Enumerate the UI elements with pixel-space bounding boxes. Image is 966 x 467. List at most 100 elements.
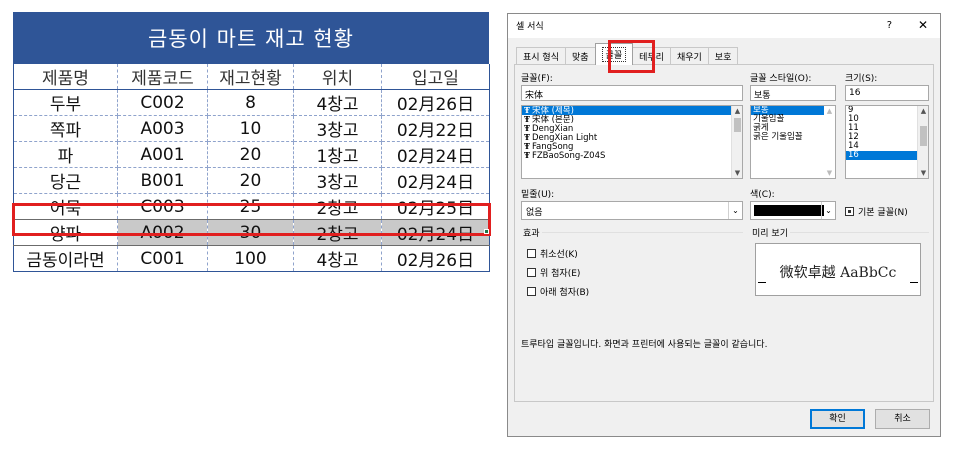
cell-date[interactable]: 02月24日 <box>381 219 490 246</box>
strikethrough-checkbox[interactable]: 취소선(K) <box>527 247 578 260</box>
table-row: 파 A001 20 1창고 02月24日 <box>13 141 490 168</box>
subscript-checkbox[interactable]: 아래 첨자(B) <box>527 285 589 298</box>
effect-label: 위 첨자(E) <box>540 269 581 279</box>
cell-location[interactable]: 4창고 <box>293 245 382 272</box>
size-list[interactable]: 9 10 11 12 14 16 ▲ ▼ <box>845 105 929 179</box>
tab-protection[interactable]: 보호 <box>707 47 739 65</box>
cell-product[interactable]: 파 <box>13 141 118 168</box>
table-row: 어묵 C003 25 2창고 02月25日 <box>13 193 490 220</box>
cancel-button[interactable]: 취소 <box>875 409 930 429</box>
table-row: 쪽파 A003 10 3창고 02月22日 <box>13 115 490 142</box>
scroll-down-icon[interactable]: ▼ <box>732 168 742 178</box>
list-item[interactable]: Ŧ DengXian Light <box>522 133 742 143</box>
font-input[interactable]: 宋体 <box>521 85 743 101</box>
tab-number[interactable]: 표시 형식 <box>516 47 566 65</box>
size-list-scrollbar[interactable]: ▲ ▼ <box>917 106 928 178</box>
scroll-down-icon[interactable]: ▼ <box>918 168 928 178</box>
format-cells-dialog: 셀 서식 ? ✕ 표시 형식 맞춤 글꼴 테두리 채우기 보호 글꼴(F): 宋… <box>507 13 941 437</box>
checkbox-icon <box>845 207 854 216</box>
list-item[interactable]: Ŧ 宋体 (본문) <box>522 115 742 125</box>
header-product[interactable]: 제품명 <box>13 64 118 90</box>
cell-stock[interactable]: 100 <box>207 245 294 272</box>
list-item[interactable]: Ŧ FangSong <box>522 142 742 152</box>
cell-code[interactable]: C003 <box>117 193 208 220</box>
cell-location[interactable]: 3창고 <box>293 115 382 142</box>
cell-stock[interactable]: 25 <box>207 193 294 220</box>
cell-location[interactable]: 2창고 <box>293 193 382 220</box>
cell-location[interactable]: 3창고 <box>293 167 382 194</box>
cell-stock[interactable]: 8 <box>207 89 294 116</box>
cell-date[interactable]: 02月26日 <box>381 89 490 116</box>
scroll-thumb[interactable] <box>920 126 927 146</box>
font-list-scrollbar[interactable]: ▲ ▼ <box>731 106 742 178</box>
style-label: 글꼴 스타일(O): <box>750 74 812 84</box>
cell-code[interactable]: C001 <box>117 245 208 272</box>
list-item[interactable]: Ŧ FZBaoSong-Z04S <box>522 150 742 161</box>
table-row: 금동이라면 C001 100 4창고 02月26日 <box>13 245 490 272</box>
cell-stock[interactable]: 10 <box>207 115 294 142</box>
table-row: 두부 C002 8 4창고 02月26日 <box>13 89 490 116</box>
effect-label: 취소선(K) <box>540 250 578 260</box>
cell-stock[interactable]: 20 <box>207 167 294 194</box>
scroll-down-icon[interactable]: ▼ <box>824 168 835 178</box>
table-row-selected: 양파 A002 30 2창고 02月24日 <box>13 219 490 246</box>
header-date[interactable]: 입고일 <box>381 64 490 90</box>
style-input[interactable]: 보통 <box>750 85 836 101</box>
tab-font[interactable]: 글꼴 <box>594 43 634 65</box>
color-label: 색(C): <box>750 190 775 200</box>
header-location[interactable]: 위치 <box>293 64 382 90</box>
scroll-thumb[interactable] <box>734 118 741 132</box>
cell-location[interactable]: 1창고 <box>293 141 382 168</box>
cell-stock[interactable]: 20 <box>207 141 294 168</box>
cell-product[interactable]: 어묵 <box>13 193 118 220</box>
scroll-up-icon[interactable]: ▲ <box>918 106 928 116</box>
cell-product[interactable]: 당근 <box>13 167 118 194</box>
list-item[interactable]: 굵은 기울임꼴 <box>751 133 835 142</box>
cell-code[interactable]: C002 <box>117 89 208 116</box>
list-item[interactable]: 16 <box>846 151 928 160</box>
cell-date[interactable]: 02月25日 <box>381 193 490 220</box>
cell-product[interactable]: 두부 <box>13 89 118 116</box>
font-name: FZBaoSong-Z04S <box>531 151 606 161</box>
tab-label: 테두리 <box>639 53 664 63</box>
ok-button[interactable]: 확인 <box>810 409 865 429</box>
table-row: 당근 B001 20 3창고 02月24日 <box>13 167 490 194</box>
scroll-up-icon[interactable]: ▲ <box>732 106 742 116</box>
scroll-up-icon[interactable]: ▲ <box>824 106 835 116</box>
cell-date[interactable]: 02月26日 <box>381 245 490 272</box>
cell-code[interactable]: A001 <box>117 141 208 168</box>
tab-border[interactable]: 테두리 <box>632 47 671 65</box>
cell-date[interactable]: 02月24日 <box>381 141 490 168</box>
style-list[interactable]: 보통 기울임꼴 굵게 굵은 기울임꼴 ▲ ▼ <box>750 105 836 179</box>
font-list[interactable]: Ŧ 宋体 (제목) Ŧ 宋体 (본문) Ŧ DengXian Ŧ DengXian Li… <box>521 105 743 179</box>
normal-font-checkbox[interactable]: 기본 글꼴(N) <box>845 205 908 218</box>
tab-label: 표시 형식 <box>523 53 559 63</box>
underline-dropdown[interactable]: 없음 ⌄ <box>521 201 743 220</box>
truetype-icon: Ŧ <box>524 150 530 160</box>
style-list-scrollbar[interactable]: ▲ ▼ <box>824 106 835 178</box>
preview-baseline <box>910 282 918 283</box>
cell-code[interactable]: B001 <box>117 167 208 194</box>
cell-date[interactable]: 02月22日 <box>381 115 490 142</box>
color-picker[interactable]: ⌄ <box>750 201 836 220</box>
tab-alignment[interactable]: 맞춤 <box>564 47 596 65</box>
help-button[interactable]: ? <box>887 20 892 31</box>
cell-product[interactable]: 양파 <box>13 219 118 246</box>
cell-code[interactable]: A002 <box>117 219 208 246</box>
tab-fill[interactable]: 채우기 <box>669 47 709 65</box>
close-button[interactable]: ✕ <box>918 18 928 32</box>
header-stock[interactable]: 재고현황 <box>207 64 294 90</box>
cell-stock[interactable]: 30 <box>207 219 294 246</box>
cell-location[interactable]: 2창고 <box>293 219 382 246</box>
list-item[interactable]: Ŧ DengXian <box>522 124 742 134</box>
fill-handle[interactable] <box>484 229 489 234</box>
cell-product[interactable]: 금동이라면 <box>13 245 118 272</box>
cell-date[interactable]: 02月24日 <box>381 167 490 194</box>
cell-product[interactable]: 쪽파 <box>13 115 118 142</box>
size-input[interactable]: 16 <box>845 85 929 101</box>
header-code[interactable]: 제품코드 <box>117 64 208 90</box>
superscript-checkbox[interactable]: 위 첨자(E) <box>527 266 580 279</box>
cell-location[interactable]: 4창고 <box>293 89 382 116</box>
cell-code[interactable]: A003 <box>117 115 208 142</box>
list-item[interactable]: Ŧ 宋体 (제목) <box>522 106 742 116</box>
